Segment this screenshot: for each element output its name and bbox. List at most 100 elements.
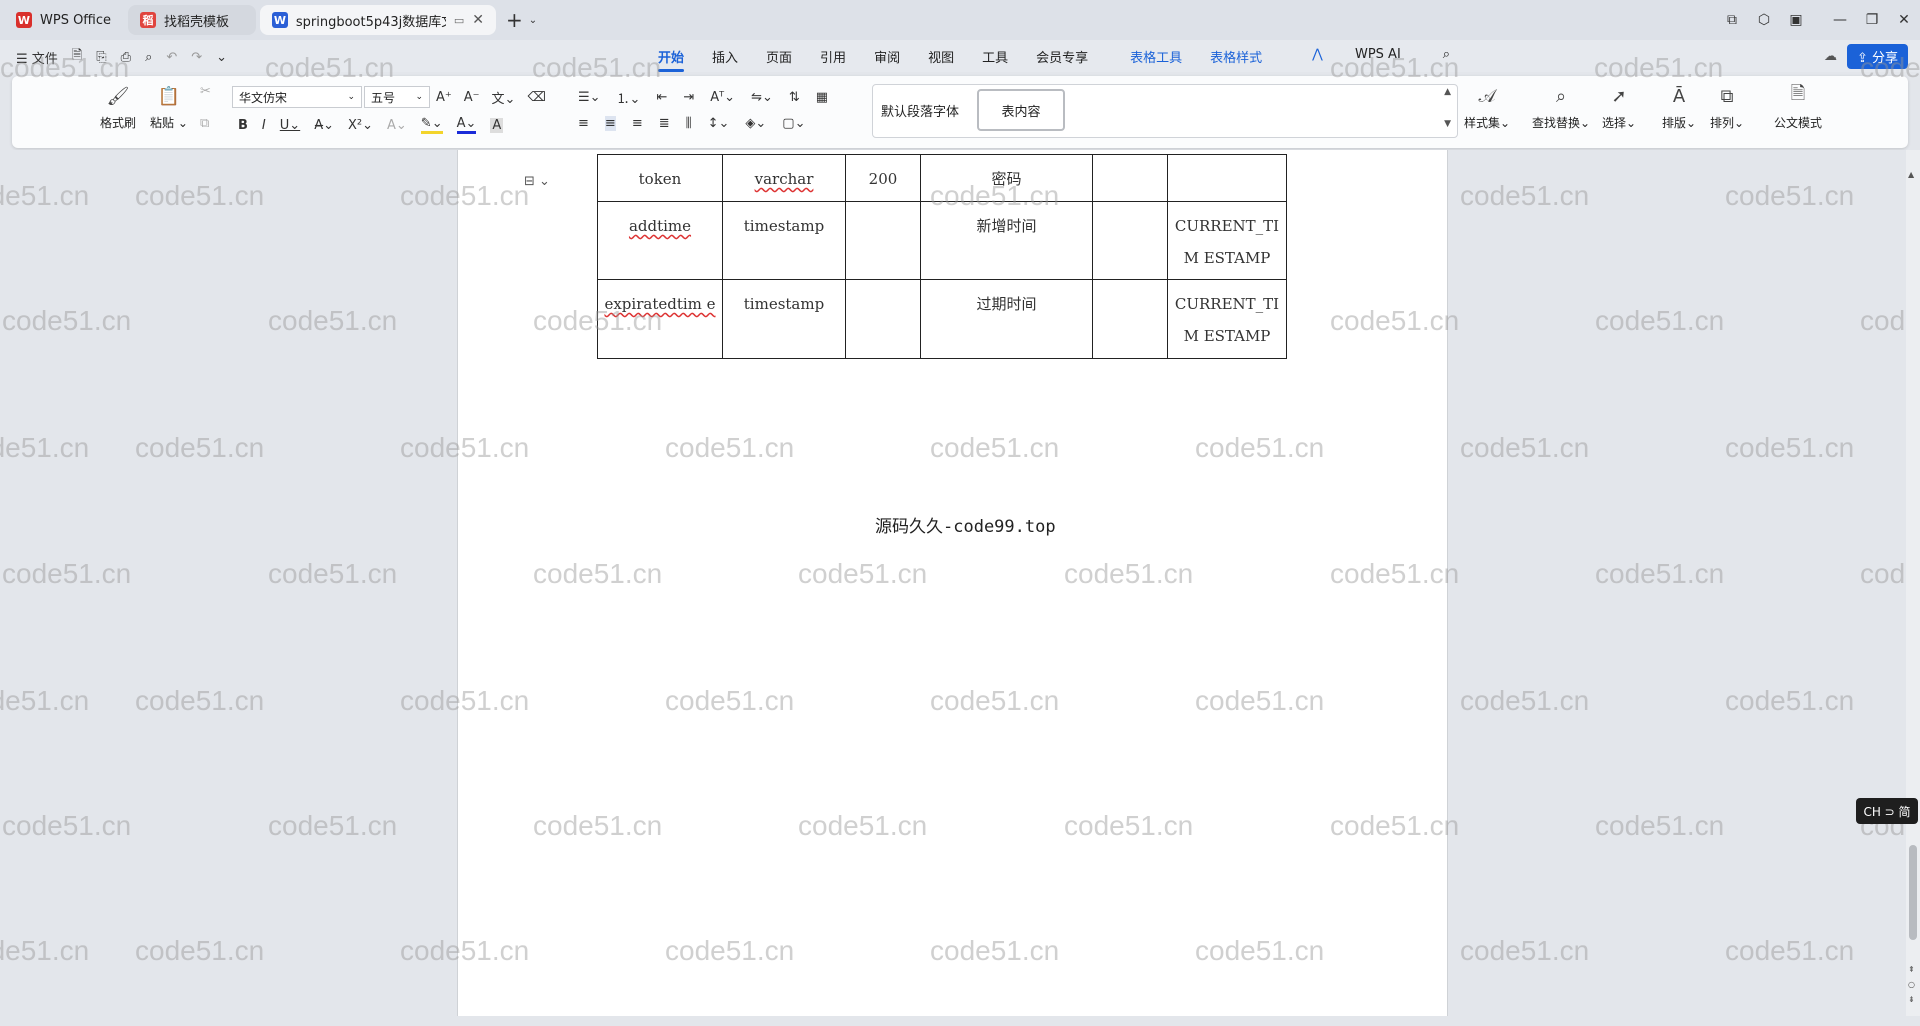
numbered-list-icon[interactable]: ⒈⌄ (617, 88, 641, 107)
shading-icon[interactable]: ◈⌄ (745, 116, 766, 131)
sort-icon[interactable]: ⇅ (789, 90, 800, 105)
window-layout-icon[interactable]: ⧉ (1716, 12, 1748, 28)
line-spacing-icon[interactable]: ↕⌄ (708, 116, 730, 131)
tab-home[interactable]: 开始 (644, 47, 698, 72)
export-icon[interactable]: ⎘ (96, 50, 106, 65)
increase-indent-icon[interactable]: ⇥ (683, 90, 694, 105)
table-cell[interactable] (1092, 154, 1168, 202)
cut-icon[interactable]: ✂ (200, 84, 211, 99)
table-cell[interactable] (1092, 279, 1168, 359)
select-button[interactable]: ➚ 选择⌄ (1602, 84, 1636, 131)
undo-icon[interactable]: ↶ (166, 50, 177, 65)
copy-icon[interactable]: ⧉ (200, 116, 209, 131)
table-cell[interactable] (845, 201, 921, 280)
layout-button[interactable]: Ā 排版⌄ (1662, 84, 1696, 131)
print-preview-icon[interactable]: ⌕ (145, 50, 152, 65)
cube-icon[interactable]: ⬡ (1748, 12, 1780, 28)
screen-icon[interactable]: ▭ (454, 14, 464, 27)
align-right-icon[interactable]: ≡ (632, 116, 643, 131)
grow-font-icon[interactable]: A⁺ (436, 90, 452, 105)
table-cell[interactable]: token (597, 154, 723, 202)
tab-document[interactable]: W springboot5p43j数据库文档 ▭ ✕ (260, 5, 496, 35)
table-cell[interactable]: expiratedtim e (597, 279, 723, 359)
table-cell[interactable]: 过期时间 (920, 279, 1093, 359)
close-tab-icon[interactable]: ✕ (472, 12, 484, 28)
font-size-select[interactable]: 五号 ⌄ (364, 86, 430, 108)
tab-page[interactable]: 页面 (752, 47, 806, 66)
table-cell[interactable]: CURRENT_TIM ESTAMP (1167, 201, 1287, 280)
find-replace-button[interactable]: ⌕ 查找替换⌄ (1532, 84, 1590, 131)
ime-indicator[interactable]: CH ⊃ 简 (1856, 798, 1918, 824)
table-cell[interactable]: varchar (722, 154, 846, 202)
font-name-select[interactable]: 华文仿宋 ⌄ (232, 86, 362, 108)
tab-view[interactable]: 视图 (914, 47, 968, 66)
paragraph-handle-icon[interactable]: ⊟ ⌄ (524, 174, 550, 189)
table-cell[interactable]: addtime (597, 201, 723, 280)
char-shading-icon[interactable]: A (490, 117, 504, 133)
scrollbar-thumb[interactable] (1909, 845, 1917, 940)
superscript-icon[interactable]: X²⌄ (348, 118, 373, 133)
tab-insert[interactable]: 插入 (698, 47, 752, 66)
redo-icon[interactable]: ↷ (191, 50, 202, 65)
prev-page-icon[interactable]: ⇞ (1908, 965, 1915, 974)
strikethrough-icon[interactable]: A̶⌄ (314, 118, 334, 133)
table-cell[interactable]: 新增时间 (920, 201, 1093, 280)
format-painter-button[interactable]: 🖌 格式刷 (100, 84, 136, 131)
justify-icon[interactable]: ≣ (659, 116, 670, 131)
save-icon[interactable]: 🗎 (72, 46, 82, 68)
align-left-icon[interactable]: ≡ (578, 116, 589, 131)
table-cell[interactable]: 200 (845, 154, 921, 202)
chevron-down-icon[interactable]: ⌄ (216, 50, 227, 65)
distribute-icon[interactable]: ⫼ (686, 116, 692, 131)
tab-reference[interactable]: 引用 (806, 47, 860, 66)
table-cell[interactable] (1167, 154, 1287, 202)
close-window-icon[interactable]: ✕ (1888, 12, 1920, 28)
tab-table-tools[interactable]: 表格工具 (1116, 47, 1196, 66)
text-direction-icon[interactable]: Aᵀ⌄ (710, 90, 735, 105)
table-cell[interactable]: CURRENT_TIM ESTAMP (1167, 279, 1287, 359)
eraser-icon[interactable]: ⌫ (527, 90, 545, 105)
phonetic-icon[interactable]: 文⌄ (492, 88, 516, 107)
chevron-up-icon[interactable]: ▲ (1444, 87, 1451, 97)
italic-icon[interactable]: I (262, 118, 266, 133)
table-cell[interactable] (1092, 201, 1168, 280)
select-browse-icon[interactable]: ○ (1908, 980, 1915, 989)
official-mode-button[interactable]: 🗎 公文模式 (1774, 83, 1822, 131)
shrink-font-icon[interactable]: A⁻ (464, 90, 480, 105)
style-table-content[interactable]: 表内容 (977, 89, 1065, 131)
minimize-icon[interactable]: — (1824, 12, 1856, 28)
swap-icon[interactable]: ⇋⌄ (751, 90, 773, 105)
align-center-icon[interactable]: ≡ (604, 116, 616, 131)
tab-docer-templates[interactable]: 稻 找稻壳模板 (128, 5, 256, 35)
tab-tools[interactable]: 工具 (968, 47, 1022, 66)
border-icon[interactable]: ▢⌄ (782, 116, 805, 131)
tab-wps-office[interactable]: W WPS Office (4, 5, 124, 35)
bullet-list-icon[interactable]: ☰⌄ (578, 90, 601, 105)
share-button[interactable]: ⇪ 分享 (1846, 44, 1908, 69)
table-cell[interactable]: timestamp (722, 279, 846, 359)
text-effect-icon[interactable]: A⌄ (387, 118, 407, 133)
table-cell[interactable] (845, 279, 921, 359)
table-grid-icon[interactable]: ▦ (816, 90, 828, 105)
bold-icon[interactable]: B (238, 118, 248, 133)
file-menu[interactable]: ☰ 文件 (16, 48, 58, 67)
style-default-paragraph[interactable]: 默认段落字体 (881, 101, 959, 120)
wps-ai-button[interactable]: ⋀ WPS AI (1284, 47, 1429, 66)
search-icon[interactable]: ⌕ (1429, 47, 1464, 66)
tab-member[interactable]: 会员专享 (1022, 47, 1102, 66)
arrange-button[interactable]: ⧉ 排列⌄ (1710, 84, 1744, 131)
paste-button[interactable]: 📋 粘贴 ⌄ (150, 84, 188, 131)
new-tab-button[interactable]: + ⌄ (506, 8, 537, 32)
highlight-icon[interactable]: ✎⌄ (420, 116, 443, 134)
scroll-up-icon[interactable]: ▲ (1908, 170, 1914, 179)
tab-review[interactable]: 审阅 (860, 47, 914, 66)
style-set-button[interactable]: 𝒜 样式集⌄ (1464, 84, 1510, 131)
vertical-scrollbar[interactable]: ▲ ⇞ ○ ⇟ (1906, 150, 1920, 1016)
decrease-indent-icon[interactable]: ⇤ (656, 90, 667, 105)
print-icon[interactable]: ⎙ (121, 50, 131, 65)
cloud-upload-icon[interactable]: ☁ (1824, 49, 1837, 64)
avatar[interactable]: ▣ (1780, 12, 1812, 28)
restore-icon[interactable]: ❐ (1856, 12, 1888, 28)
next-page-icon[interactable]: ⇟ (1908, 995, 1915, 1004)
chevron-down-icon[interactable]: ▼ (1444, 119, 1451, 129)
